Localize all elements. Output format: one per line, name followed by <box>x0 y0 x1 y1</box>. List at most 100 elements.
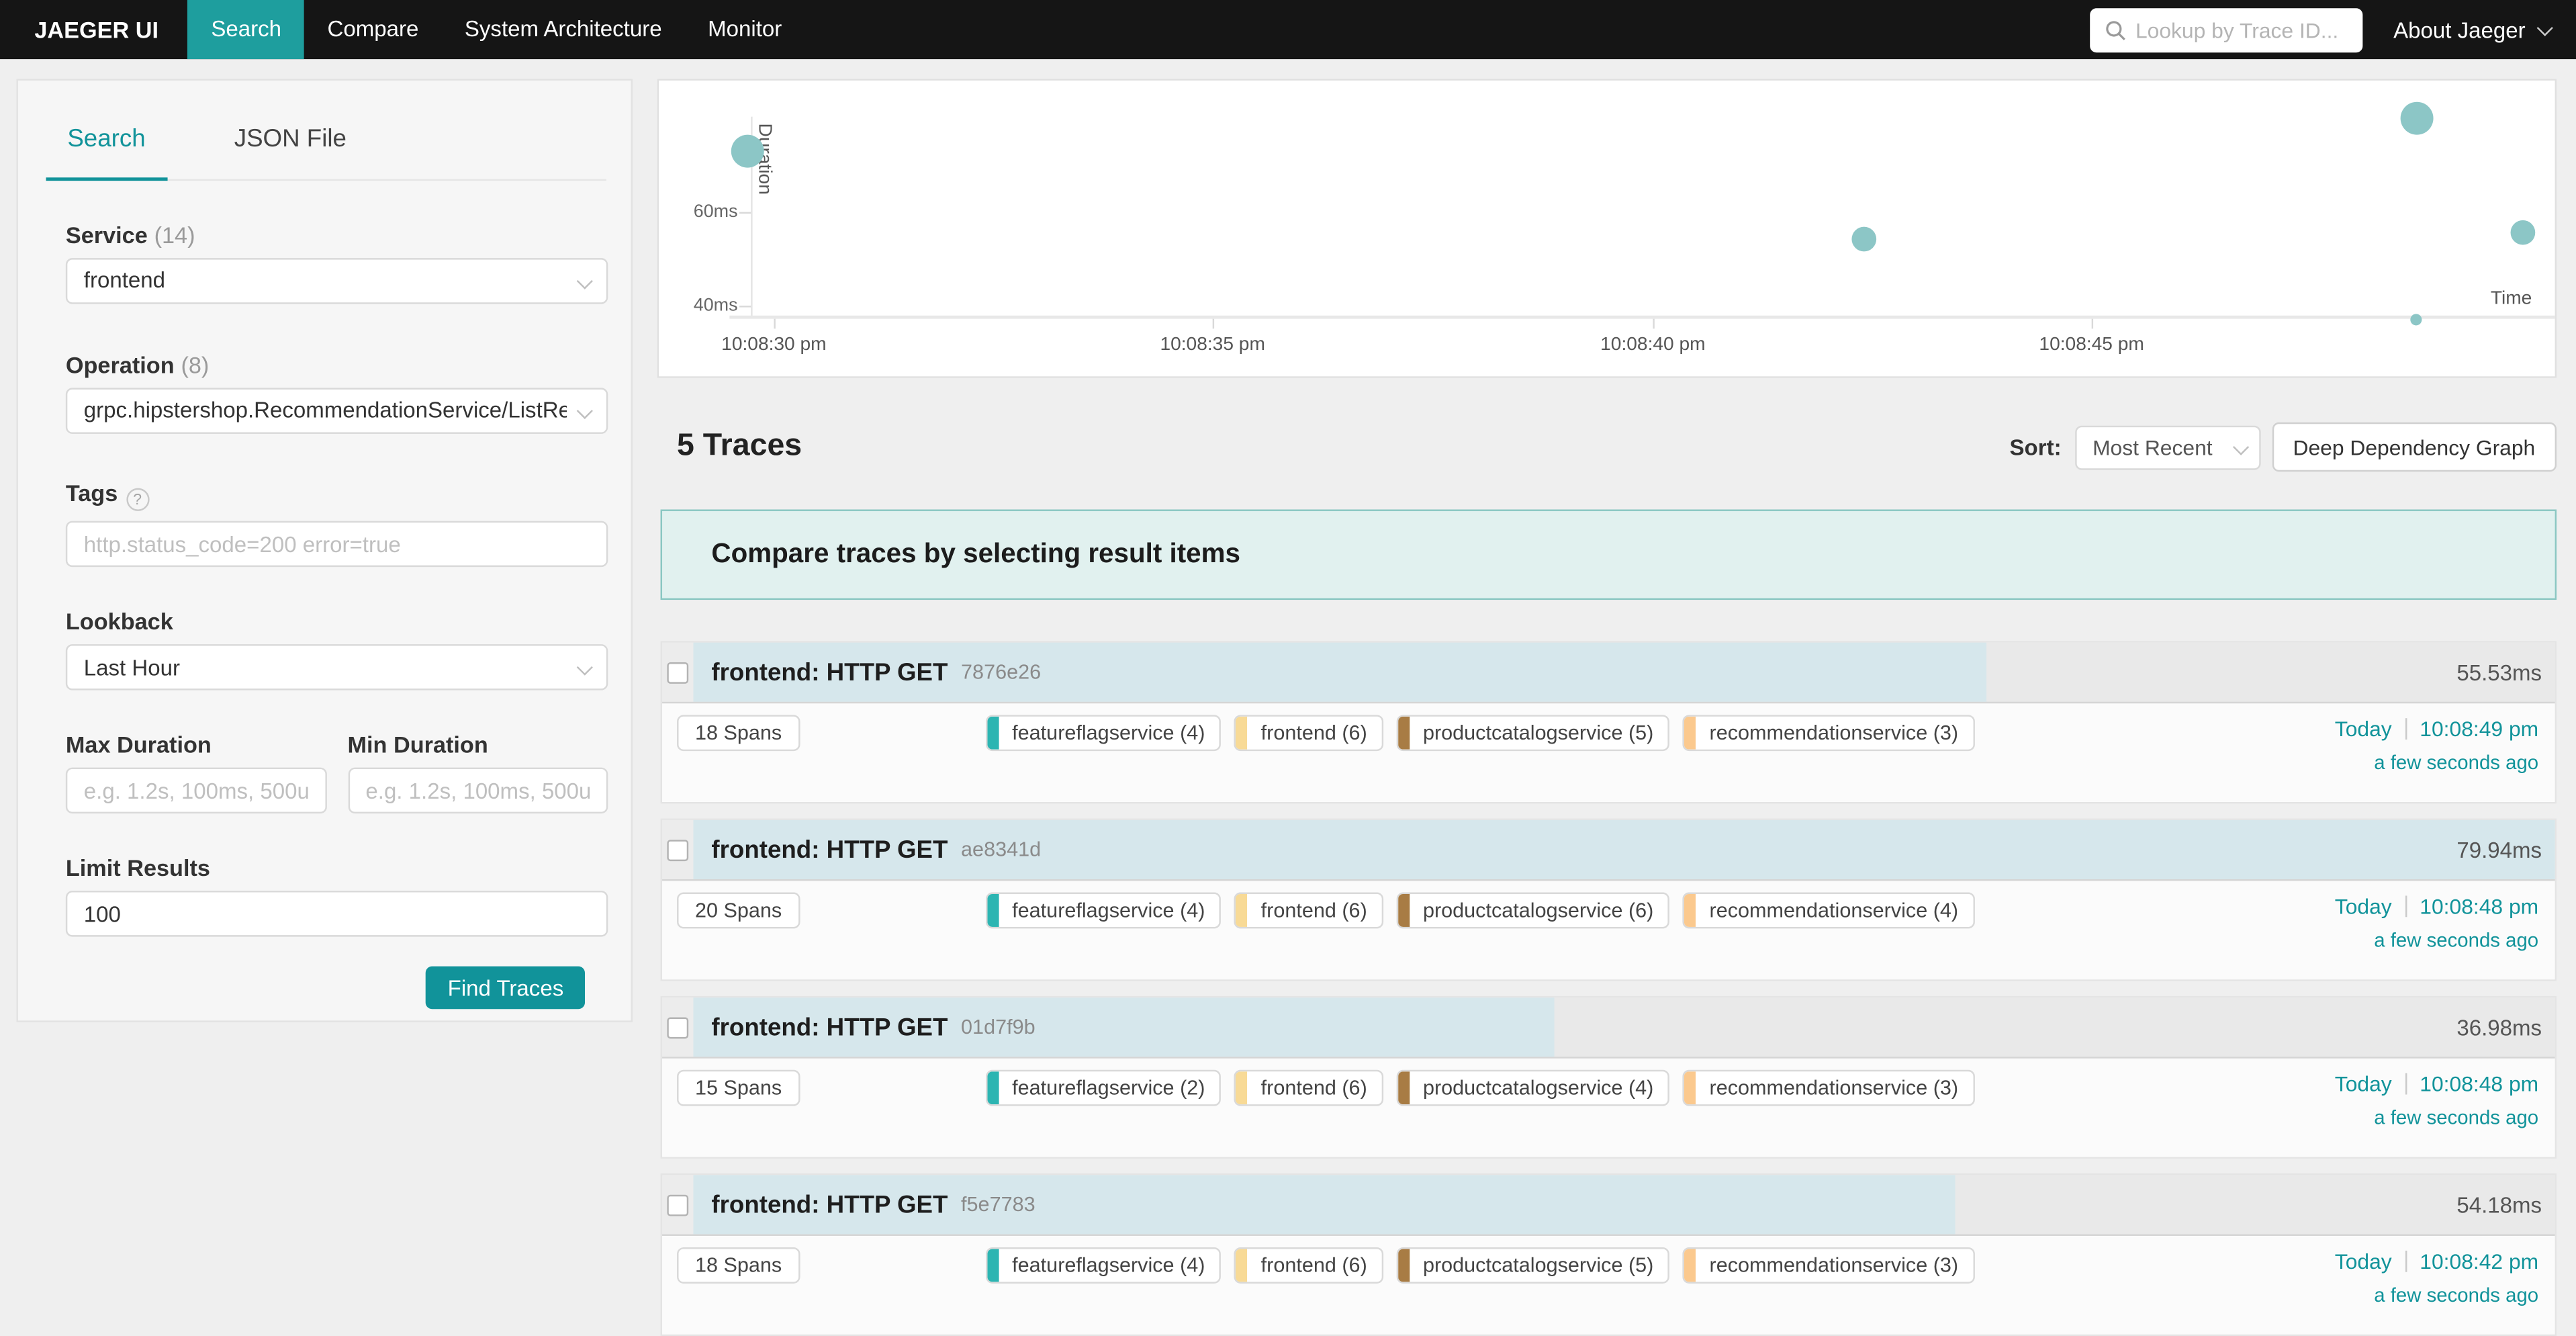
trace-time-block: Today 10:08:48 pm a few seconds ago <box>2335 894 2538 952</box>
trace-date-time[interactable]: Today 10:08:42 pm <box>2335 1249 2538 1274</box>
trace-duration-bar-zone: frontend: HTTP GET 01d7f9b 36.98ms <box>694 997 2555 1057</box>
find-traces-button[interactable]: Find Traces <box>426 967 585 1010</box>
trace-select-checkbox[interactable] <box>667 662 688 683</box>
trace-date[interactable]: Today <box>2335 1249 2392 1274</box>
trace-title-link[interactable]: frontend: HTTP GET <box>711 658 948 686</box>
tags-input[interactable] <box>66 521 608 568</box>
y-tick-40ms: 40ms <box>659 296 737 315</box>
scatter-dot[interactable] <box>1851 227 1876 252</box>
lookback-select[interactable]: Last Hour <box>66 644 608 691</box>
app-logo[interactable]: JAEGER UI <box>0 0 188 59</box>
trace-select-checkbox[interactable] <box>667 839 688 860</box>
trace-id: ae8341d <box>961 838 1041 861</box>
trace-select-checkbox[interactable] <box>667 1194 688 1216</box>
trace-date-time[interactable]: Today 10:08:48 pm <box>2335 894 2538 919</box>
nav-item-search[interactable]: Search <box>188 0 304 59</box>
service-badge-label: recommendationservice (4) <box>1696 894 1973 927</box>
trace-card-header: frontend: HTTP GET ae8341d 79.94ms <box>662 820 2555 881</box>
trace-title-link[interactable]: frontend: HTTP GET <box>711 1013 948 1041</box>
limit-results-input[interactable] <box>66 891 608 937</box>
scatter-dot[interactable] <box>2400 102 2433 135</box>
trace-count-title: 5 Traces <box>657 429 802 465</box>
trace-time[interactable]: 10:08:48 pm <box>2420 1071 2538 1096</box>
trace-time-block: Today 10:08:48 pm a few seconds ago <box>2335 1071 2538 1129</box>
min-duration-label: Min Duration <box>347 731 608 758</box>
x-tick-label: 10:08:45 pm <box>2018 335 2166 355</box>
trace-relative-time: a few seconds ago <box>2335 1106 2538 1129</box>
nav-item-system-architecture[interactable]: System Architecture <box>442 0 685 59</box>
trace-title-row: frontend: HTTP GET f5e7783 <box>711 1175 1035 1234</box>
service-color-strip <box>1236 717 1248 750</box>
trace-time[interactable]: 10:08:49 pm <box>2420 717 2538 742</box>
scatter-dot[interactable] <box>2411 314 2422 325</box>
trace-select-checkbox[interactable] <box>667 1016 688 1038</box>
trace-lookup-input[interactable] <box>2135 17 2348 42</box>
checkbox-zone <box>662 820 693 879</box>
help-icon[interactable]: ? <box>126 488 149 511</box>
x-tick-dash <box>774 319 775 329</box>
checkbox-zone <box>662 643 693 702</box>
tab-search[interactable]: Search <box>46 124 167 181</box>
main-menu: Search Compare System Architecture Monit… <box>188 0 804 59</box>
service-color-strip <box>1398 894 1410 927</box>
service-select[interactable]: frontend <box>66 257 608 304</box>
date-time-divider <box>2405 718 2406 740</box>
tags-label: Tags? <box>66 479 608 511</box>
trace-time[interactable]: 10:08:48 pm <box>2420 894 2538 919</box>
trace-result-card[interactable]: frontend: HTTP GET 01d7f9b 36.98ms 15 Sp… <box>661 996 2557 1159</box>
trace-result-card[interactable]: frontend: HTTP GET 7876e26 55.53ms 18 Sp… <box>661 641 2557 803</box>
deep-dependency-graph-button[interactable]: Deep Dependency Graph <box>2272 422 2557 472</box>
service-badge-label: frontend (6) <box>1248 717 1382 750</box>
date-time-divider <box>2405 1073 2406 1095</box>
trace-date[interactable]: Today <box>2335 894 2392 919</box>
date-time-divider <box>2405 1251 2406 1272</box>
trace-result-card[interactable]: frontend: HTTP GET ae8341d 79.94ms 20 Sp… <box>661 818 2557 981</box>
service-badge-label: recommendationservice (3) <box>1696 1249 1973 1282</box>
nav-item-monitor[interactable]: Monitor <box>685 0 805 59</box>
x-tick-dash <box>1213 319 1214 329</box>
sort-select[interactable]: Most Recent <box>2074 425 2260 469</box>
content-area: Search JSON File Service(14) frontend Op… <box>0 59 2576 1308</box>
service-badge-label: productcatalogservice (4) <box>1410 1071 1668 1104</box>
max-duration-label: Max Duration <box>66 731 326 758</box>
service-badge: featureflagservice (4) <box>986 1247 1222 1284</box>
min-duration-input[interactable] <box>347 768 608 814</box>
trace-title-link[interactable]: frontend: HTTP GET <box>711 836 948 864</box>
max-duration-field: Max Duration <box>66 731 326 813</box>
x-tick-label: 10:08:35 pm <box>1139 335 1287 355</box>
service-color-strip <box>987 717 999 750</box>
trace-relative-time: a few seconds ago <box>2335 928 2538 951</box>
duration-fields: Max Duration Min Duration <box>66 731 608 813</box>
trace-date-time[interactable]: Today 10:08:48 pm <box>2335 1071 2538 1096</box>
nav-item-compare[interactable]: Compare <box>304 0 441 59</box>
find-traces-row: Find Traces <box>66 937 608 1010</box>
trace-relative-time: a few seconds ago <box>2335 751 2538 774</box>
trace-card-header: frontend: HTTP GET 7876e26 55.53ms <box>662 643 2555 704</box>
trace-duration-bar-zone: frontend: HTTP GET 7876e26 55.53ms <box>694 643 2555 702</box>
trace-date[interactable]: Today <box>2335 1071 2392 1096</box>
tab-json-file[interactable]: JSON File <box>213 124 368 179</box>
max-duration-input[interactable] <box>66 768 326 814</box>
trace-date-time[interactable]: Today 10:08:49 pm <box>2335 717 2538 742</box>
service-color-strip <box>1236 1249 1248 1282</box>
trace-date[interactable]: Today <box>2335 717 2392 742</box>
service-field: Service(14) frontend <box>66 221 608 303</box>
sidebar-tabs: Search JSON File <box>46 124 606 180</box>
trace-duration-value: 79.94ms <box>2456 820 2542 879</box>
trace-title-row: frontend: HTTP GET ae8341d <box>711 820 1041 879</box>
trace-title-link[interactable]: frontend: HTTP GET <box>711 1191 948 1219</box>
span-count-chip: 18 Spans <box>677 715 800 751</box>
x-tick-label: 10:08:30 pm <box>700 335 847 355</box>
scatter-dot[interactable] <box>731 134 764 167</box>
trace-result-card[interactable]: frontend: HTTP GET f5e7783 54.18ms 18 Sp… <box>661 1173 2557 1336</box>
service-badge: frontend (6) <box>1235 893 1384 929</box>
about-jaeger-menu[interactable]: About Jaeger <box>2393 17 2548 42</box>
search-form: Service(14) frontend Operation(8) grpc.h… <box>18 221 631 1009</box>
trace-time[interactable]: 10:08:42 pm <box>2420 1249 2538 1274</box>
operation-select[interactable]: grpc.hipstershop.RecommendationService/L… <box>66 387 608 433</box>
service-badge: frontend (6) <box>1235 715 1384 751</box>
scatter-dot[interactable] <box>2510 221 2534 246</box>
trace-lookup-box <box>2089 7 2362 52</box>
x-tick-dash <box>2092 319 2093 329</box>
chevron-down-icon <box>577 402 593 418</box>
